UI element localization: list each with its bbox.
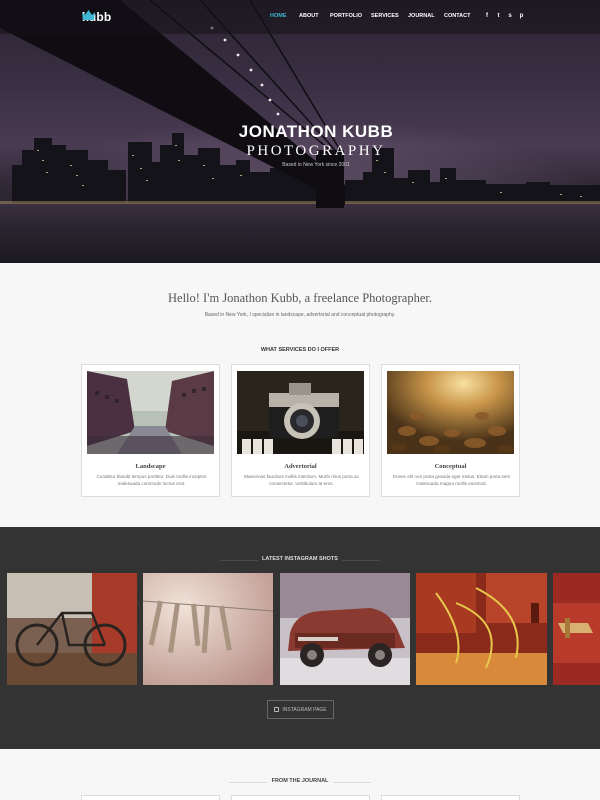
intro-section: Hello! I'm Jonathon Kubb, a freelance Ph… bbox=[0, 263, 600, 527]
service-card-advertorial[interactable]: Advertorial Maecenas faucibus mollis int… bbox=[231, 364, 370, 497]
instagram-title: LATEST INSTAGRAM SHOTS bbox=[262, 556, 338, 562]
hero-tagline: Based in New York since 2001 bbox=[282, 162, 350, 168]
instagram-photo-clothespins[interactable] bbox=[143, 573, 273, 685]
service-card-conceptual[interactable]: Conceptual Donec elit non porta gravida … bbox=[381, 364, 520, 497]
nav-item-services[interactable]: SERVICES bbox=[371, 13, 399, 19]
service-card-text: Donec elit non porta gravida eget metus.… bbox=[392, 474, 511, 486]
intro-text: Based in New York, I specialize in lands… bbox=[204, 312, 396, 318]
intro-heading: Hello! I'm Jonathon Kubb, a freelance Ph… bbox=[168, 291, 432, 305]
service-card-text: Maecenas faucibus mollis interdum. Morbi… bbox=[244, 474, 359, 486]
crown-icon bbox=[82, 10, 95, 20]
journal-card[interactable] bbox=[81, 795, 220, 800]
service-card-title: Landscape bbox=[135, 463, 166, 470]
journal-card[interactable] bbox=[381, 795, 520, 800]
nav-item-portfolio[interactable]: PORTFOLIO bbox=[330, 13, 362, 19]
instagram-photo-truck[interactable] bbox=[280, 573, 410, 685]
nav-item-home[interactable]: HOME bbox=[270, 13, 287, 19]
landscape-image bbox=[87, 371, 214, 454]
nav-item-contact[interactable]: CONTACT bbox=[444, 13, 470, 19]
instagram-icon bbox=[274, 707, 280, 712]
hero-subtitle: PHOTOGRAPHY bbox=[246, 143, 386, 159]
journal-title: FROM THE JOURNAL bbox=[271, 778, 329, 784]
camera-image bbox=[237, 371, 364, 454]
service-card-title: Advertorial bbox=[284, 463, 317, 470]
services-title: WHAT SERVICES DO I OFFER bbox=[260, 347, 340, 353]
logo[interactable]: kubb bbox=[82, 10, 111, 24]
nav-item-journal[interactable]: JOURNAL bbox=[408, 13, 435, 19]
social-links: f t s p bbox=[483, 12, 529, 20]
service-card-landscape[interactable]: Landscape Curabitur blandit tempus portt… bbox=[81, 364, 220, 497]
leaves-image bbox=[387, 371, 514, 454]
navbar: kubb HOME ABOUT PORTFOLIO SERVICES JOURN… bbox=[0, 0, 600, 34]
instagram-section: LATEST INSTAGRAM SHOTS INSTAGRAM PAGE bbox=[0, 527, 600, 749]
service-card-text: Curabitur blandit tempus porttitor. Duis… bbox=[96, 474, 207, 486]
facebook-icon[interactable]: f bbox=[483, 12, 491, 20]
skype-icon[interactable]: s bbox=[506, 12, 514, 20]
pinterest-icon[interactable]: p bbox=[518, 12, 526, 20]
instagram-title-wrap: LATEST INSTAGRAM SHOTS bbox=[0, 556, 600, 566]
twitter-icon[interactable]: t bbox=[495, 12, 503, 20]
instagram-page-button[interactable]: INSTAGRAM PAGE bbox=[267, 700, 334, 719]
journal-card[interactable] bbox=[231, 795, 370, 800]
hero-section: kubb HOME ABOUT PORTFOLIO SERVICES JOURN… bbox=[0, 0, 600, 263]
instagram-photo-rusty-metal[interactable] bbox=[416, 573, 547, 685]
instagram-page-button-label: INSTAGRAM PAGE bbox=[282, 706, 327, 713]
nav-item-about[interactable]: ABOUT bbox=[299, 13, 319, 19]
instagram-photo-bicycle[interactable] bbox=[7, 573, 137, 685]
journal-section: FROM THE JOURNAL bbox=[0, 749, 600, 800]
service-card-title: Conceptual bbox=[434, 463, 467, 470]
instagram-photo-door-handle[interactable] bbox=[553, 573, 600, 685]
hero-title: JONATHON KUBB bbox=[238, 122, 394, 141]
